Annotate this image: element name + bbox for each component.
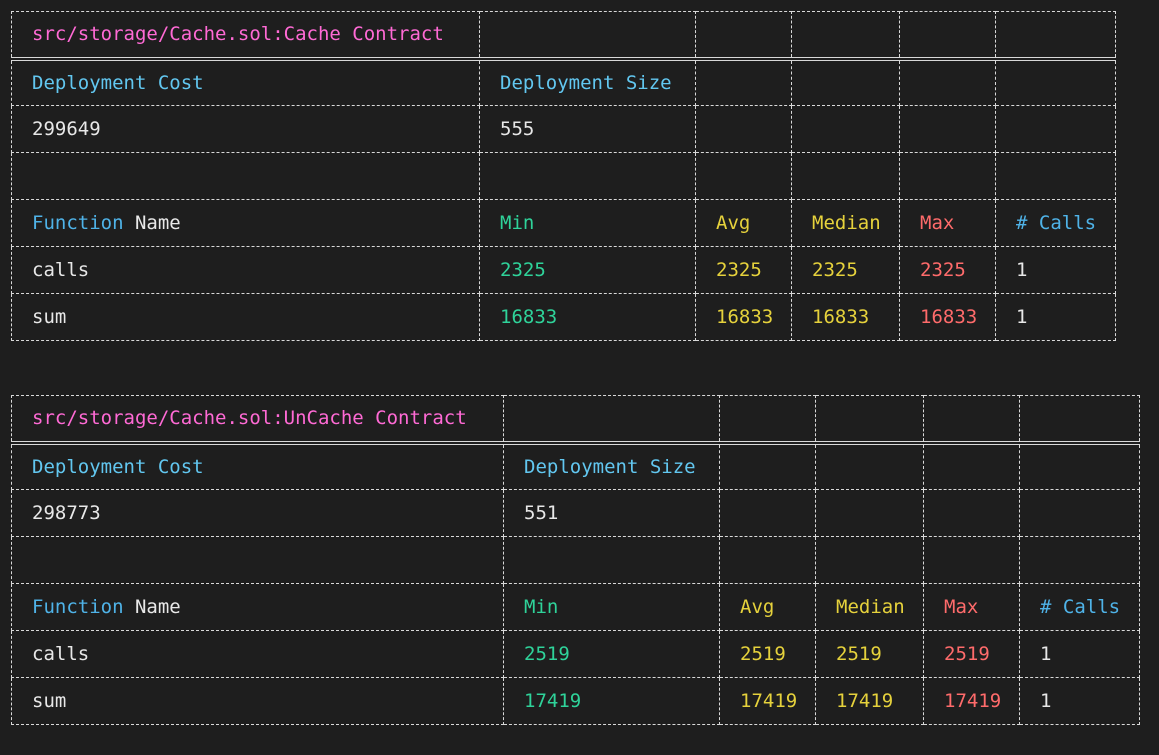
gas-table-uncache: src/storage/Cache.sol:UnCache Contract D… bbox=[11, 395, 1140, 725]
avg-value: 2519 bbox=[719, 630, 816, 678]
deployment-header-row: Deployment Cost Deployment Size bbox=[11, 442, 1140, 490]
deployment-values-row: 298773 551 bbox=[11, 489, 1140, 537]
min-value: 2519 bbox=[503, 630, 720, 678]
max-value: 16833 bbox=[899, 293, 996, 341]
function-header-row: Function Name Min Avg Median Max # Calls bbox=[11, 199, 1116, 247]
avg-header: Avg bbox=[719, 583, 816, 631]
max-header: Max bbox=[899, 199, 996, 247]
calls-value: 1 bbox=[1019, 677, 1140, 725]
median-value: 17419 bbox=[815, 677, 924, 725]
min-header: Min bbox=[479, 199, 696, 247]
table-title-row: src/storage/Cache.sol:Cache Contract bbox=[11, 11, 1116, 61]
calls-value: 1 bbox=[995, 293, 1116, 341]
function-header-row: Function Name Min Avg Median Max # Calls bbox=[11, 583, 1140, 631]
function-name: calls bbox=[11, 246, 480, 294]
deployment-values-row: 299649 555 bbox=[11, 105, 1116, 153]
max-header: Max bbox=[923, 583, 1020, 631]
avg-header: Avg bbox=[695, 199, 792, 247]
calls-header: # Calls bbox=[1019, 583, 1140, 631]
function-name-header: Function Name bbox=[11, 199, 480, 247]
table-row: calls 2325 2325 2325 2325 1 bbox=[11, 246, 1116, 294]
table-title-row: src/storage/Cache.sol:UnCache Contract bbox=[11, 395, 1140, 445]
avg-value: 16833 bbox=[695, 293, 792, 341]
median-value: 2325 bbox=[791, 246, 900, 294]
function-name: sum bbox=[11, 293, 480, 341]
table-row: sum 17419 17419 17419 17419 1 bbox=[11, 677, 1140, 725]
deployment-size-value: 555 bbox=[479, 105, 696, 153]
function-name: sum bbox=[11, 677, 504, 725]
table-row: calls 2519 2519 2519 2519 1 bbox=[11, 630, 1140, 678]
function-name: calls bbox=[11, 630, 504, 678]
calls-header: # Calls bbox=[995, 199, 1116, 247]
max-value: 17419 bbox=[923, 677, 1020, 725]
median-value: 16833 bbox=[791, 293, 900, 341]
median-header: Median bbox=[815, 583, 924, 631]
deployment-size-label: Deployment Size bbox=[503, 442, 720, 490]
min-value: 16833 bbox=[479, 293, 696, 341]
deployment-size-value: 551 bbox=[503, 489, 720, 537]
table-row: sum 16833 16833 16833 16833 1 bbox=[11, 293, 1116, 341]
deployment-size-label: Deployment Size bbox=[479, 58, 696, 106]
median-value: 2519 bbox=[815, 630, 924, 678]
function-name-header: Function Name bbox=[11, 583, 504, 631]
spacer-row bbox=[11, 536, 1140, 584]
spacer-row bbox=[11, 152, 1116, 200]
deployment-cost-value: 298773 bbox=[11, 489, 504, 537]
contract-title: src/storage/Cache.sol:UnCache Contract bbox=[11, 395, 504, 445]
deployment-cost-label: Deployment Cost bbox=[11, 442, 504, 490]
min-value: 2325 bbox=[479, 246, 696, 294]
calls-value: 1 bbox=[995, 246, 1116, 294]
deployment-header-row: Deployment Cost Deployment Size bbox=[11, 58, 1116, 106]
deployment-cost-label: Deployment Cost bbox=[11, 58, 480, 106]
median-header: Median bbox=[791, 199, 900, 247]
contract-title: src/storage/Cache.sol:Cache Contract bbox=[11, 11, 480, 61]
avg-value: 17419 bbox=[719, 677, 816, 725]
calls-value: 1 bbox=[1019, 630, 1140, 678]
min-value: 17419 bbox=[503, 677, 720, 725]
avg-value: 2325 bbox=[695, 246, 792, 294]
deployment-cost-value: 299649 bbox=[11, 105, 480, 153]
max-value: 2325 bbox=[899, 246, 996, 294]
min-header: Min bbox=[503, 583, 720, 631]
gas-report: src/storage/Cache.sol:Cache Contract Dep… bbox=[0, 0, 1159, 755]
gas-table-cache: src/storage/Cache.sol:Cache Contract Dep… bbox=[11, 11, 1116, 341]
max-value: 2519 bbox=[923, 630, 1020, 678]
